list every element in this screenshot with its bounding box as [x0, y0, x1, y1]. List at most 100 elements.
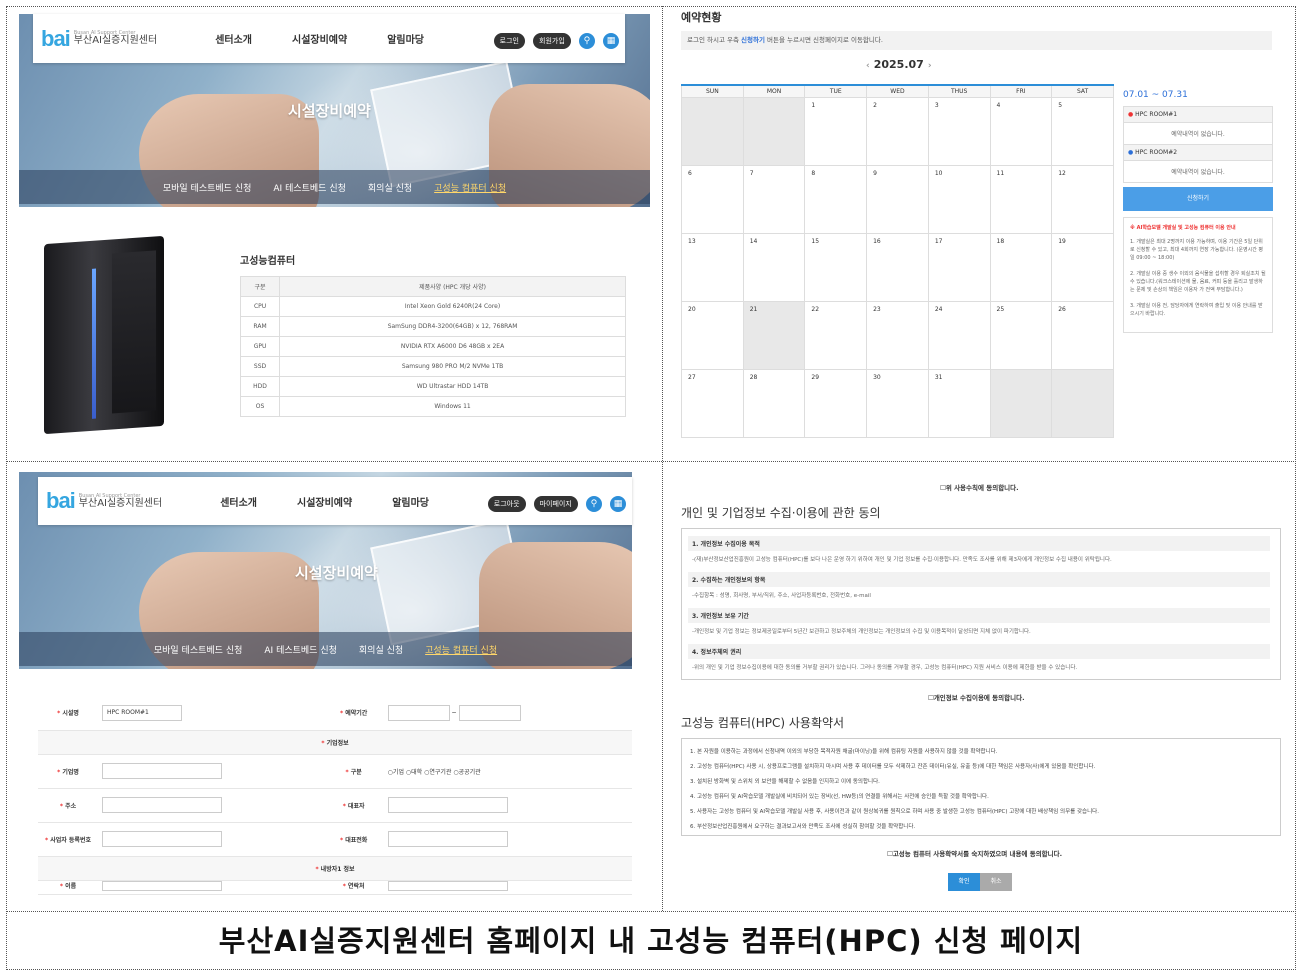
calendar-day[interactable]: 1: [804, 96, 868, 166]
calendar-day[interactable]: 12: [1051, 164, 1114, 234]
calendar-day[interactable]: 15: [804, 232, 868, 302]
guide-item: 3. 개발실 이용 전, 담당자에게 연락하여 출입 및 이용 안내를 받으시기…: [1130, 303, 1263, 317]
privacy-agree-checkbox[interactable]: ☐개인정보 수집이용에 동의합니다.: [928, 692, 1025, 702]
subnav-ai-testbed[interactable]: AI 테스트베드 신청: [273, 181, 346, 194]
privacy-heading: 4. 정보주체의 권리: [688, 644, 1270, 659]
notice-apply-link[interactable]: 신청하기: [741, 36, 765, 44]
next-month-icon[interactable]: ›: [928, 61, 932, 71]
bizno-input[interactable]: [102, 831, 222, 847]
type-radio-public[interactable]: ○공공기관: [453, 769, 480, 776]
calendar-day[interactable]: 9: [866, 164, 929, 234]
calendar-day-today[interactable]: 21: [742, 300, 806, 370]
date-range: 07.01 ~ 07.31: [1123, 90, 1188, 100]
reservation-sidebar: 07.01 ~ 07.31 ● HPC ROOM#1 예약내역이 없습니다. ●…: [1123, 90, 1273, 333]
menu-center-intro[interactable]: 센터소개: [215, 31, 252, 46]
period-end-input[interactable]: [458, 704, 521, 721]
checkbox-label: 개인정보 수집이용에 동의합니다.: [933, 694, 1025, 702]
calendar-day[interactable]: 29: [804, 368, 868, 438]
type-radio-university[interactable]: ○대학: [406, 769, 422, 776]
cancel-button[interactable]: 취소: [980, 873, 1012, 891]
calendar: SUN MON TUE WED THUS FRI SAT 12345 67891…: [681, 84, 1114, 438]
calendar-day[interactable]: 31: [927, 368, 991, 438]
search-icon[interactable]: ⚲: [585, 495, 602, 512]
privacy-terms-box[interactable]: 1. 개인정보 수집이용 목적 -(재)부산정보산업진흥원이 고성능 컴퓨터(H…: [681, 528, 1281, 680]
prev-month-icon[interactable]: ‹: [866, 61, 870, 71]
horizontal-divider: [6, 461, 1296, 462]
calendar-day[interactable]: 7: [742, 164, 806, 234]
confirm-button[interactable]: 확인: [948, 873, 980, 891]
type-radio-company[interactable]: ○기업: [388, 769, 404, 776]
menu-notice[interactable]: 알림마당: [387, 31, 424, 46]
calendar-day[interactable]: 25: [989, 300, 1053, 370]
subnav-ai-testbed[interactable]: AI 테스트베드 신청: [264, 643, 337, 656]
calendar-day[interactable]: 23: [866, 300, 929, 370]
calendar-day[interactable]: 18: [989, 232, 1053, 302]
spec-value: WD Ultrastar HDD 14TB: [279, 376, 626, 397]
subnav-mobile-testbed[interactable]: 모바일 테스트베드 신청: [154, 643, 243, 656]
calendar-day[interactable]: 4: [989, 96, 1053, 166]
search-icon[interactable]: ⚲: [578, 33, 595, 49]
type-radio-research[interactable]: ○연구기관: [424, 769, 451, 776]
calendar-day[interactable]: 27: [681, 368, 744, 438]
period-start-input[interactable]: [387, 704, 450, 721]
spec-key: OS: [239, 396, 281, 417]
notice-text: 버튼을 누르시면 신청페이지로 이동합니다.: [764, 36, 883, 44]
logout-button[interactable]: 로그아웃: [487, 495, 526, 512]
calendar-day[interactable]: 22: [804, 300, 868, 370]
site-logo[interactable]: bai Busan AI Support Center 부산AI실증지원센터: [46, 488, 162, 514]
rules-agree-checkbox[interactable]: ☐위 사용수칙에 동의합니다.: [940, 482, 1019, 492]
month-selector: ‹ 2025.07 ›: [862, 58, 936, 71]
menu-center-intro[interactable]: 센터소개: [220, 494, 257, 509]
calendar-day[interactable]: 13: [681, 232, 744, 302]
day-header: THUS: [927, 84, 991, 98]
company-name-input[interactable]: [102, 763, 222, 779]
calendar-day[interactable]: 20: [681, 300, 744, 370]
calendar-day[interactable]: 26: [1051, 300, 1114, 370]
site-logo[interactable]: bai Busan AI Support Center 부산AI실증지원센터: [41, 26, 157, 52]
usage-guide: ※ AI학습모델 개발실 및 고성능 컴퓨터 이용 안내 1. 개발실은 최대 …: [1123, 217, 1273, 333]
calendar-day[interactable]: 11: [989, 164, 1053, 234]
subnav-meeting-room[interactable]: 회의실 신청: [368, 181, 412, 194]
menu-facility-reservation[interactable]: 시설장비예약: [297, 494, 352, 509]
calendar-day[interactable]: 8: [804, 164, 868, 234]
subnav-hpc[interactable]: 고성능 컴퓨터 신청: [434, 181, 506, 194]
calendar-day[interactable]: 5: [1051, 96, 1114, 166]
facility-select[interactable]: HPC ROOM#1: [102, 704, 182, 721]
signup-button[interactable]: 회원가입: [533, 33, 571, 49]
guide-item: 1. 개발실은 최대 2명까지 이용 가능하며, 이용 기간은 5일 단위로 신…: [1130, 239, 1264, 261]
day-header: WED: [866, 84, 929, 98]
label-address: 주소: [65, 802, 77, 810]
menu-facility-reservation[interactable]: 시설장비예약: [292, 31, 347, 46]
calendar-day-empty: [681, 96, 744, 166]
ceo-input[interactable]: [387, 797, 508, 813]
calendar-day[interactable]: 17: [927, 232, 991, 302]
calendar-day[interactable]: 24: [927, 300, 991, 370]
menu-notice[interactable]: 알림마당: [392, 494, 429, 509]
address-input[interactable]: [102, 797, 222, 813]
hpc-agree-checkbox[interactable]: ☐고성능 컴퓨터 사용확약서를 숙지하였으며 내용에 동의합니다.: [887, 848, 1062, 858]
apply-button[interactable]: 신청하기: [1123, 187, 1273, 211]
calendar-day[interactable]: 3: [927, 96, 991, 166]
subnav-hpc[interactable]: 고성능 컴퓨터 신청: [425, 643, 497, 656]
day-header: FRI: [989, 84, 1053, 98]
ceo-phone-input[interactable]: [387, 831, 508, 847]
grid-menu-icon[interactable]: ▦: [603, 33, 619, 49]
mypage-button[interactable]: 마이페이지: [533, 495, 578, 512]
privacy-text: -개인정보 및 기업 정보는 정보제공일로부터 5년간 보관하고 정보주체의 개…: [692, 629, 1031, 635]
subnav-mobile-testbed[interactable]: 모바일 테스트베드 신청: [163, 181, 252, 194]
calendar-day[interactable]: 2: [866, 96, 929, 166]
name-input[interactable]: [102, 880, 222, 891]
calendar-day[interactable]: 6: [681, 164, 744, 234]
calendar-day[interactable]: 16: [866, 232, 929, 302]
calendar-day[interactable]: 14: [742, 232, 806, 302]
calendar-day[interactable]: 28: [742, 368, 806, 438]
calendar-day[interactable]: 19: [1051, 232, 1114, 302]
calendar-day[interactable]: 10: [927, 164, 991, 234]
label-facility: 시설명: [62, 710, 79, 718]
calendar-day[interactable]: 30: [866, 368, 929, 438]
login-button[interactable]: 로그인: [493, 33, 525, 49]
spec-table: 구분 제품사양 (HPC 개당 사양) CPU Intel Xeon Gold 62…: [239, 276, 626, 417]
grid-menu-icon[interactable]: ▦: [610, 495, 626, 512]
contact-input[interactable]: [387, 880, 508, 891]
subnav-meeting-room[interactable]: 회의실 신청: [359, 643, 403, 656]
